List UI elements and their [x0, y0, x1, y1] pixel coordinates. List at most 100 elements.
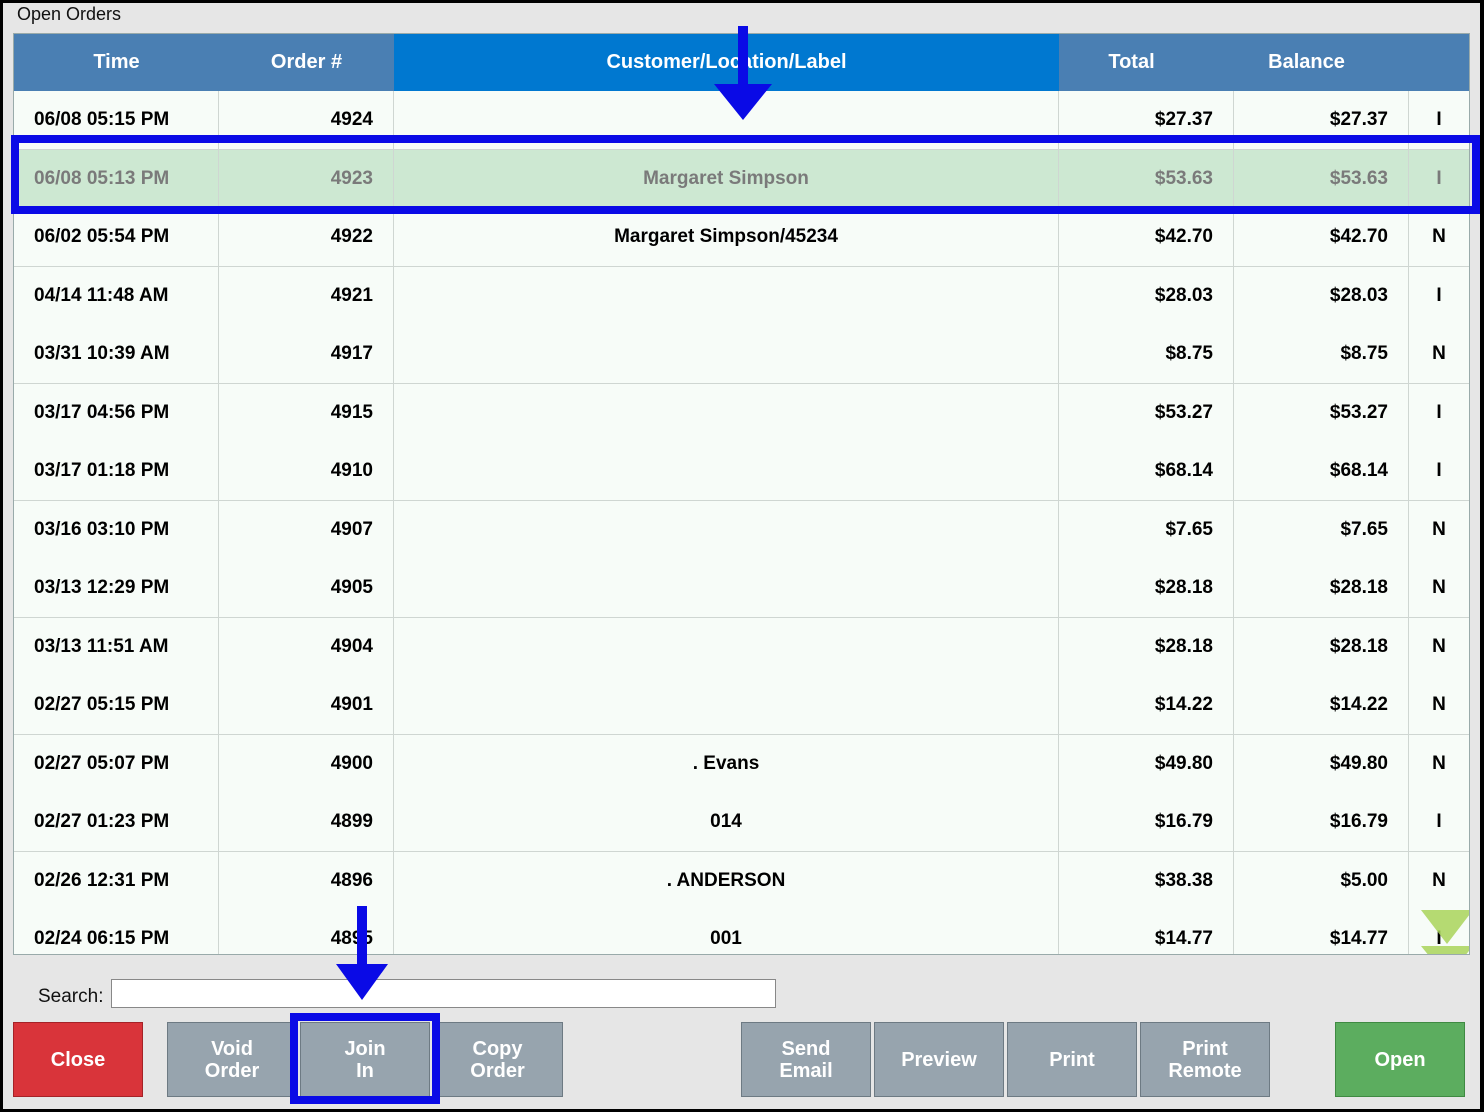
- search-label: Search:: [38, 986, 104, 1007]
- row-total: $8.75: [1059, 325, 1234, 383]
- row-balance: $42.70: [1234, 208, 1409, 266]
- row-time: 03/16 03:10 PM: [14, 500, 219, 559]
- table-row[interactable]: 02/24 06:15 PM 4895 001 $14.77 $14.77 I: [14, 910, 1469, 954]
- row-type: N: [1432, 869, 1446, 891]
- row-customer: [394, 500, 1059, 559]
- table-row[interactable]: 03/16 03:10 PM 4907 $7.65 $7.65 N: [14, 500, 1469, 560]
- copy-order-button[interactable]: Copy Order: [432, 1022, 563, 1097]
- row-total: $42.70: [1059, 208, 1234, 266]
- row-total: $14.22: [1059, 676, 1234, 734]
- row-balance: $28.18: [1234, 617, 1409, 676]
- row-customer: 001: [394, 910, 1059, 954]
- send-email-button[interactable]: Send Email: [741, 1022, 871, 1097]
- row-customer: . Evans: [394, 734, 1059, 793]
- row-order-number: 4899: [219, 793, 394, 851]
- table-row[interactable]: 02/27 01:23 PM 4899 014 $16.79 $16.79 I: [14, 793, 1469, 852]
- row-order-number: 4905: [219, 559, 394, 617]
- table-row[interactable]: 03/17 01:18 PM 4910 $68.14 $68.14 I: [14, 442, 1469, 501]
- row-balance: $14.22: [1234, 676, 1409, 734]
- row-order-number: 4921: [219, 266, 394, 325]
- row-balance: $68.14: [1234, 442, 1409, 500]
- row-total: $49.80: [1059, 734, 1234, 793]
- void-order-button[interactable]: Void Order: [167, 1022, 297, 1097]
- row-total: $7.65: [1059, 500, 1234, 559]
- row-time: 03/13 12:29 PM: [14, 559, 219, 617]
- join-in-button[interactable]: Join In: [300, 1022, 430, 1097]
- row-balance: $7.65: [1234, 500, 1409, 559]
- row-customer: [394, 325, 1059, 383]
- row-balance: $28.18: [1234, 559, 1409, 617]
- row-total: $28.18: [1059, 559, 1234, 617]
- row-customer: . ANDERSON: [394, 851, 1059, 910]
- row-type: I: [1436, 811, 1442, 832]
- row-type: I: [1436, 167, 1442, 189]
- close-button[interactable]: Close: [13, 1022, 143, 1097]
- table-row[interactable]: 03/13 12:29 PM 4905 $28.18 $28.18 N: [14, 559, 1469, 618]
- row-time: 03/13 11:51 AM: [14, 617, 219, 676]
- table-row[interactable]: 03/31 10:39 AM 4917 $8.75 $8.75 N: [14, 325, 1469, 384]
- row-type: N: [1432, 635, 1446, 657]
- row-balance: $28.03: [1234, 266, 1409, 325]
- table-row[interactable]: 06/02 05:54 PM 4922 Margaret Simpson/45234…: [14, 208, 1469, 267]
- row-type: N: [1432, 577, 1446, 598]
- row-type: N: [1432, 518, 1446, 540]
- row-total: $38.38: [1059, 851, 1234, 910]
- row-customer: [394, 91, 1059, 149]
- preview-button[interactable]: Preview: [874, 1022, 1004, 1097]
- table-row[interactable]: 03/17 04:56 PM 4915 $53.27 $53.27 I: [14, 383, 1469, 443]
- row-customer: [394, 383, 1059, 442]
- row-time: 02/27 05:07 PM: [14, 734, 219, 793]
- row-customer: [394, 559, 1059, 617]
- window-title: Open Orders: [17, 4, 122, 24]
- row-customer: [394, 266, 1059, 325]
- row-order-number: 4900: [219, 734, 394, 793]
- row-time: 02/24 06:15 PM: [14, 910, 219, 954]
- row-order-number: 4904: [219, 617, 394, 676]
- row-type: I: [1436, 284, 1442, 306]
- row-order-number: 4915: [219, 383, 394, 442]
- table-row[interactable]: 06/08 05:15 PM 4924 $27.37 $27.37 I: [14, 91, 1469, 150]
- row-type: N: [1432, 694, 1446, 715]
- row-order-number: 4924: [219, 91, 394, 149]
- row-order-number: 4922: [219, 208, 394, 266]
- row-total: $14.77: [1059, 910, 1234, 954]
- col-header-balance[interactable]: Balance: [1204, 34, 1409, 91]
- row-customer: [394, 676, 1059, 734]
- row-time: 02/26 12:31 PM: [14, 851, 219, 910]
- table-row[interactable]: 02/27 05:15 PM 4901 $14.22 $14.22 N: [14, 676, 1469, 735]
- print-remote-button[interactable]: Print Remote: [1140, 1022, 1270, 1097]
- row-time: 02/27 01:23 PM: [14, 793, 219, 851]
- row-order-number: 4896: [219, 851, 394, 910]
- row-balance: $8.75: [1234, 325, 1409, 383]
- row-time: 03/31 10:39 AM: [14, 325, 219, 383]
- table-row[interactable]: 02/26 12:31 PM 4896. ANDERSON $38.38 $5.00 N: [14, 851, 1469, 911]
- row-total: $27.37: [1059, 91, 1234, 149]
- row-customer: [394, 617, 1059, 676]
- row-total: $53.27: [1059, 383, 1234, 442]
- table-row[interactable]: 03/13 11:51 AM 4904 $28.18 $28.18 N: [14, 617, 1469, 677]
- search-input[interactable]: [111, 979, 776, 1008]
- print-button[interactable]: Print: [1007, 1022, 1137, 1097]
- col-header-time[interactable]: Time: [14, 34, 219, 91]
- col-header-total[interactable]: Total: [1059, 34, 1204, 91]
- col-header-order[interactable]: Order #: [219, 34, 394, 91]
- row-total: $53.63: [1059, 149, 1234, 208]
- row-total: $16.79: [1059, 793, 1234, 851]
- open-button[interactable]: Open: [1335, 1022, 1465, 1097]
- scroll-down-icon[interactable]: [1419, 908, 1470, 955]
- grid-header: Time Order # Customer/Location/Label Tot…: [14, 34, 1469, 91]
- table-row[interactable]: 06/08 05:13 PM 4923 Margaret Simpson $53.63…: [14, 149, 1469, 209]
- row-type: I: [1436, 460, 1442, 481]
- row-balance: $53.27: [1234, 383, 1409, 442]
- table-row[interactable]: 04/14 11:48 AM 4921 $28.03 $28.03 I: [14, 266, 1469, 326]
- row-balance: $49.80: [1234, 734, 1409, 793]
- row-balance: $16.79: [1234, 793, 1409, 851]
- row-customer: 014: [394, 793, 1059, 851]
- col-header-customer[interactable]: Customer/Location/Label: [394, 34, 1059, 91]
- row-balance: $53.63: [1234, 149, 1409, 208]
- table-row[interactable]: 02/27 05:07 PM 4900. Evans $49.80 $49.80 N: [14, 734, 1469, 794]
- row-time: 06/08 05:15 PM: [14, 91, 219, 149]
- row-type: N: [1432, 226, 1446, 247]
- col-header-type[interactable]: [1409, 34, 1469, 91]
- row-total: $28.18: [1059, 617, 1234, 676]
